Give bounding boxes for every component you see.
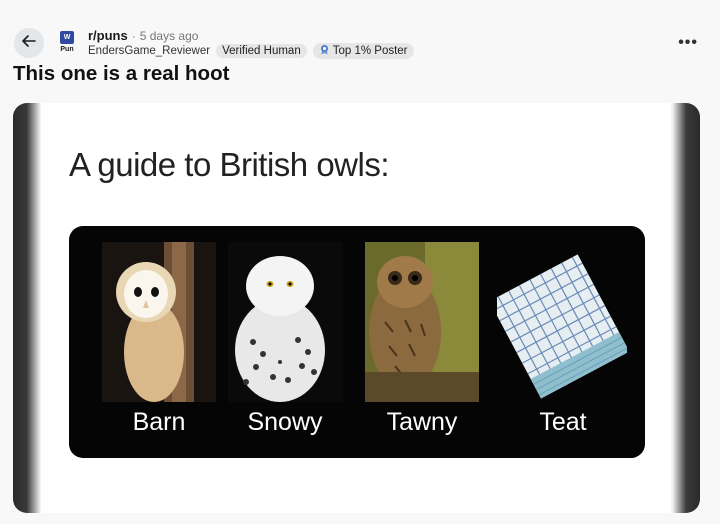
owl-label-teat: Teat [539,408,587,436]
back-button[interactable] [14,28,44,58]
author-line: EndersGame_Reviewer Verified Human Top 1… [88,43,414,59]
subreddit-logo-icon: W [60,31,74,44]
owl-label-snowy: Snowy [247,408,323,436]
image-heading: A guide to British owls: [69,146,390,183]
post-image[interactable]: A guide to British owls: Barn Snowy Tawn… [13,103,700,513]
subreddit-link[interactable]: r/puns [88,28,128,43]
post-time: 5 days ago [139,29,199,43]
author-link[interactable]: EndersGame_Reviewer [88,45,210,57]
flair-top-poster-label: Top 1% Poster [332,45,408,57]
more-options-button[interactable]: ••• [678,34,698,52]
subreddit-avatar-label: Pun [60,46,74,53]
subreddit-avatar[interactable]: W Pun [56,31,78,57]
barn-owl-image [102,242,216,402]
owl-label-tawny: Tawny [386,408,458,436]
flair-top-poster: Top 1% Poster [312,43,414,59]
flair-verified: Verified Human [216,44,307,58]
more-options-icon: ••• [678,34,698,51]
tawny-owl-image [365,242,479,402]
post-title[interactable]: This one is a real hoot [13,62,229,86]
arrow-left-icon [21,33,37,54]
meta-separator: · [131,29,136,43]
meme-image: A guide to British owls: Barn Snowy Tawn… [41,103,671,513]
owl-strip: Barn Snowy Tawny Teat [69,226,645,458]
owl-label-barn: Barn [132,408,186,436]
flair-verified-label: Verified Human [222,45,301,57]
post-meta: r/puns · 5 days ago [88,28,198,43]
tea-towel-image [489,242,630,402]
badge-icon [319,44,330,58]
snowy-owl-image [228,242,342,402]
